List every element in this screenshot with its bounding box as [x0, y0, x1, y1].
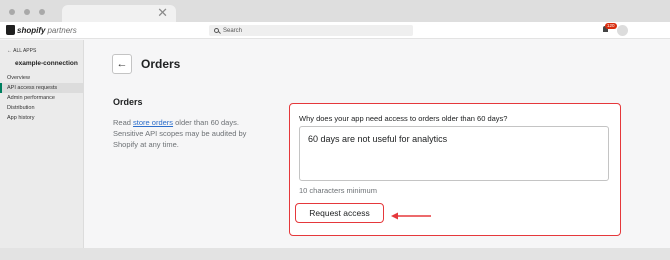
window-maximize-dot[interactable]	[39, 9, 45, 15]
shopify-logo[interactable]: shopify partners	[6, 25, 77, 35]
main-content: ← Orders Orders Read store orders older …	[85, 40, 670, 248]
browser-window: ✕ shopify partners Search 120 ← ALL APPS…	[0, 0, 670, 260]
logo-text: shopify	[17, 25, 46, 35]
back-button[interactable]: ←	[112, 54, 132, 74]
reason-textarea[interactable]: 60 days are not useful for analytics	[299, 126, 609, 181]
avatar[interactable]	[617, 25, 628, 36]
app-name: example-connection	[15, 60, 78, 67]
window-minimize-dot[interactable]	[24, 9, 30, 15]
arrow-annotation-icon	[391, 212, 431, 220]
window-close-dot[interactable]	[9, 9, 15, 15]
page-title: Orders	[141, 57, 181, 71]
sidebar-item-overview[interactable]: Overview	[0, 73, 84, 83]
sidebar-item-distribution[interactable]: Distribution	[0, 103, 84, 113]
search-placeholder: Search	[223, 27, 243, 34]
section-description: Read store orders older than 60 days. Se…	[113, 117, 261, 150]
top-bar: shopify partners Search 120	[0, 22, 670, 39]
help-text: 10 characters minimum	[299, 186, 377, 195]
search-input[interactable]: Search	[209, 25, 413, 36]
request-form-card: Why does your app need access to orders …	[289, 103, 621, 236]
browser-tab[interactable]: ✕	[62, 5, 176, 22]
description-prefix: Read	[113, 118, 134, 127]
search-icon	[214, 28, 219, 33]
logo-subtext: partners	[47, 25, 77, 35]
store-orders-link[interactable]: store orders	[133, 118, 173, 127]
notification-badge: 120	[605, 23, 617, 29]
sidebar-item-app-history[interactable]: App history	[0, 113, 84, 123]
shopping-bag-icon	[6, 25, 15, 35]
window-bottom-bar	[0, 248, 670, 260]
request-access-button[interactable]: Request access	[295, 203, 384, 223]
app-frame: shopify partners Search 120 ← ALL APPS e…	[0, 22, 670, 248]
sidebar-nav: Overview API access requests Admin perfo…	[0, 73, 84, 123]
close-icon[interactable]: ✕	[157, 6, 168, 20]
sidebar-item-admin-performance[interactable]: Admin performance	[0, 93, 84, 103]
sidebar: ← ALL APPS example-connection Overview A…	[0, 40, 84, 248]
browser-chrome: ✕	[0, 0, 670, 22]
question-label: Why does your app need access to orders …	[299, 114, 508, 123]
sidebar-item-api-access-requests[interactable]: API access requests	[0, 83, 84, 93]
arrow-left-icon: ←	[116, 58, 128, 70]
section-title: Orders	[113, 97, 143, 107]
all-apps-link[interactable]: ← ALL APPS	[7, 48, 36, 54]
